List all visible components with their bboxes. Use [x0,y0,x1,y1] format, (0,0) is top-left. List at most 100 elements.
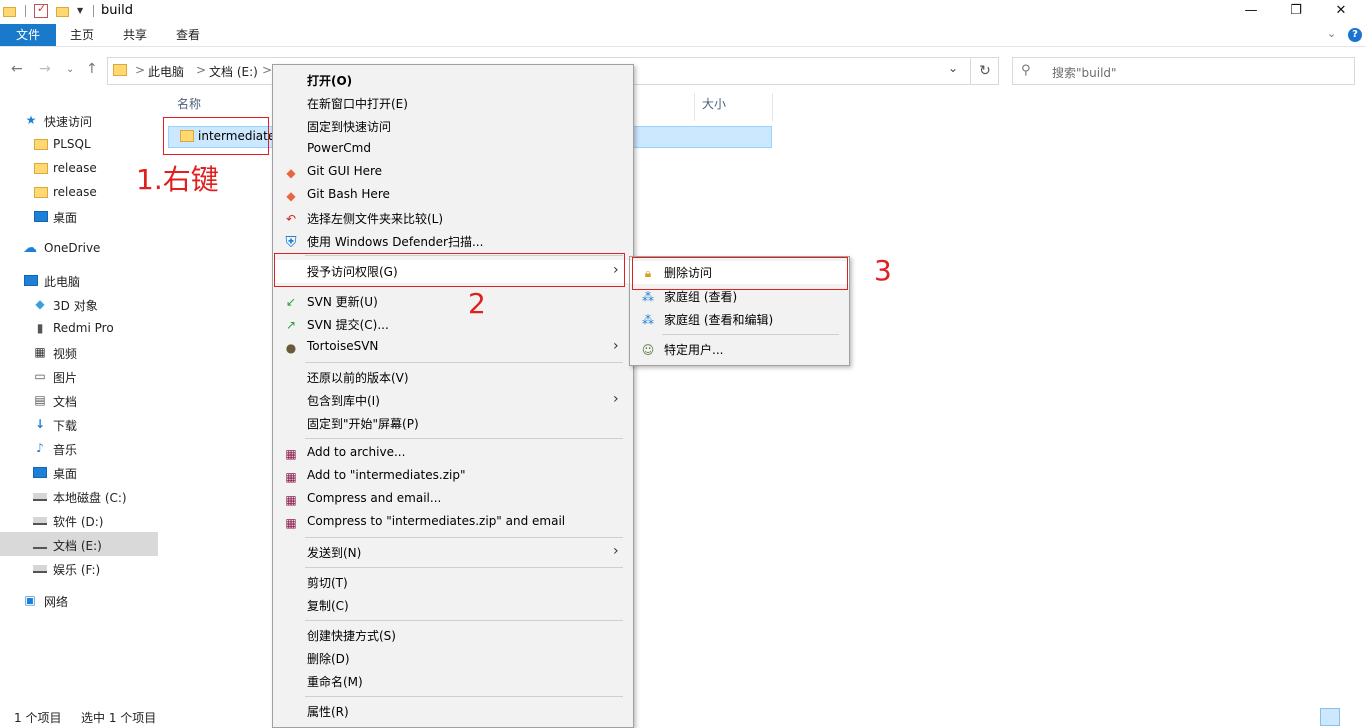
menu-item-git-bash[interactable]: ◆ Git Bash Here [273,184,633,207]
folder-icon [113,64,127,76]
up-icon[interactable]: ↑ [86,61,98,77]
column-header-name[interactable]: 名称 [177,95,201,119]
menu-item-label: Compress and email... [307,491,442,505]
sidebar-item-desktop[interactable]: 桌面 [0,460,158,484]
tab-file[interactable]: 文件 [0,24,56,46]
menu-separator [305,438,623,439]
menu-item-pin-quick-access[interactable]: 固定到快速访问 [273,115,633,138]
drive-icon [33,517,47,525]
menu-separator [305,567,623,568]
close-button[interactable]: ✕ [1318,0,1364,24]
search-input[interactable]: 搜索"build" [1052,64,1117,81]
tab-home[interactable]: 主页 [58,24,106,46]
menu-item-svn-commit[interactable]: ↗ SVN 提交(C)... [273,313,633,336]
menu-item-open[interactable]: 打开(O) [273,69,633,92]
menu-item-open-new-window[interactable]: 在新窗口中打开(E) [273,92,633,115]
menu-item-compress-email[interactable]: ▦ Compress and email... [273,488,633,511]
minimize-button[interactable]: — [1228,0,1274,24]
sidebar-item-label: 软件 (D:) [53,515,104,529]
menu-item-label: SVN 更新(U) [307,295,378,309]
cloud-icon: ☁ [23,240,37,256]
column-divider[interactable] [772,93,773,121]
sidebar-item-videos[interactable]: ▦ 视频 [0,340,158,364]
column-header-size[interactable]: 大小 [702,95,726,119]
breadcrumb-drive-e[interactable]: 文档 (E:) [209,63,258,80]
maximize-button[interactable]: ❐ [1273,0,1319,24]
details-view-icon[interactable] [1320,708,1340,726]
menu-item-specific-people[interactable]: ☺ 特定用户... [630,338,849,361]
sidebar-item-label: 此电脑 [44,275,81,289]
git-icon: ◆ [286,189,296,203]
sidebar-item-label: release [53,161,97,175]
drive-icon [33,565,47,573]
breadcrumb-this-pc[interactable]: 此电脑 [148,63,184,80]
sidebar-item-documents[interactable]: ▤ 文档 [0,388,158,412]
menu-item-rename[interactable]: 重命名(M) [273,670,633,693]
tab-share[interactable]: 共享 [111,24,159,46]
menu-item-homegroup-edit[interactable]: ⁂ 家庭组 (查看和编辑) [630,308,849,331]
menu-item-label: 打开(O) [307,74,353,88]
sidebar-item-label: 视频 [53,347,78,361]
menu-item-compress-zip-email[interactable]: ▦ Compress to "intermediates.zip" and ema… [273,511,633,534]
menu-item-defender-scan[interactable]: ⛨ 使用 Windows Defender扫描... [273,230,633,253]
menu-item-include-library[interactable]: 包含到库中(I) › [273,389,633,412]
menu-item-add-zip[interactable]: ▦ Add to "intermediates.zip" [273,465,633,488]
search-box[interactable]: ⚲ 搜索"build" [1012,57,1355,85]
help-icon[interactable]: ? [1348,28,1362,42]
sidebar-item-pictures[interactable]: ▭ 图片 [0,364,158,388]
sidebar-item-quick-access[interactable]: ★ 快速访问 [0,108,158,132]
menu-item-restore-versions[interactable]: 还原以前的版本(V) [273,366,633,389]
address-dropdown-icon[interactable]: ⌄ [948,61,958,75]
sidebar-item-3d-objects[interactable]: ◆ 3D 对象 [0,292,158,316]
computer-icon [24,275,38,286]
menu-item-send-to[interactable]: 发送到(N) › [273,541,633,564]
menu-item-add-archive[interactable]: ▦ Add to archive... [273,442,633,465]
menu-item-cut[interactable]: 剪切(T) [273,571,633,594]
sidebar-item-downloads[interactable]: ↓ 下载 [0,412,158,436]
menu-item-copy[interactable]: 复制(C) [273,594,633,617]
sidebar-item-release[interactable]: release [0,156,158,180]
large-icons-view-icon[interactable] [1343,708,1363,726]
tab-view[interactable]: 查看 [164,24,212,46]
sidebar-item-drive-c[interactable]: 本地磁盘 (C:) [0,484,158,508]
menu-item-svn-update[interactable]: ↙ SVN 更新(U) [273,290,633,313]
customize-toolbar-icon[interactable]: ▼ [77,6,83,15]
menu-item-compare[interactable]: ↶ 选择左侧文件夹来比较(L) [273,207,633,230]
menu-item-powercmd[interactable]: PowerCmd [273,138,633,161]
sidebar-item-label: PLSQL [53,137,91,151]
status-bar: 1 个项目 选中 1 个项目 [0,704,1366,728]
menu-item-delete[interactable]: 删除(D) [273,647,633,670]
forward-icon[interactable]: → [39,61,51,77]
sidebar-item-label: 网络 [44,595,69,609]
properties-check-icon[interactable] [34,2,48,18]
sidebar-item-drive-e[interactable]: 文档 (E:) [0,532,158,556]
winrar-icon: ▦ [285,493,297,507]
new-folder-icon[interactable] [56,4,70,18]
refresh-icon[interactable]: ↻ [970,58,999,84]
sidebar-item-redmi-pro[interactable]: ▮ Redmi Pro [0,316,158,340]
ribbon: 文件 主页 共享 查看 ⌄ ? [0,24,1366,47]
sidebar-item-music[interactable]: ♪ 音乐 [0,436,158,460]
sidebar-item-network[interactable]: ▣ 网络 [0,588,158,612]
column-divider[interactable] [694,93,695,121]
menu-item-tortoisesvn[interactable]: ● TortoiseSVN › [273,336,633,359]
menu-item-git-gui[interactable]: ◆ Git GUI Here [273,161,633,184]
divider [93,5,94,17]
shield-icon: ⛨ [285,233,297,251]
menu-item-label: 固定到"开始"屏幕(P) [307,417,419,431]
sidebar-item-this-pc[interactable]: 此电脑 [0,268,158,292]
sidebar-item-drive-d[interactable]: 软件 (D:) [0,508,158,532]
back-icon[interactable]: ← [11,61,23,77]
sidebar-item-onedrive[interactable]: ☁ OneDrive [0,236,158,260]
sidebar-item-label: 桌面 [53,467,78,481]
expand-ribbon-icon[interactable]: ⌄ [1327,27,1336,40]
sidebar-item-release[interactable]: release [0,180,158,204]
sidebar-item-drive-f[interactable]: 娱乐 (F:) [0,556,158,580]
menu-item-label: 删除(D) [307,652,350,666]
sidebar-item-plsql[interactable]: PLSQL [0,132,158,156]
menu-item-pin-start[interactable]: 固定到"开始"屏幕(P) [273,412,633,435]
menu-item-create-shortcut[interactable]: 创建快捷方式(S) [273,624,633,647]
sidebar-item-desktop[interactable]: 桌面 [0,204,158,228]
cube-icon: ◆ [35,297,45,311]
recent-locations-icon[interactable]: ⌄ [66,64,74,75]
